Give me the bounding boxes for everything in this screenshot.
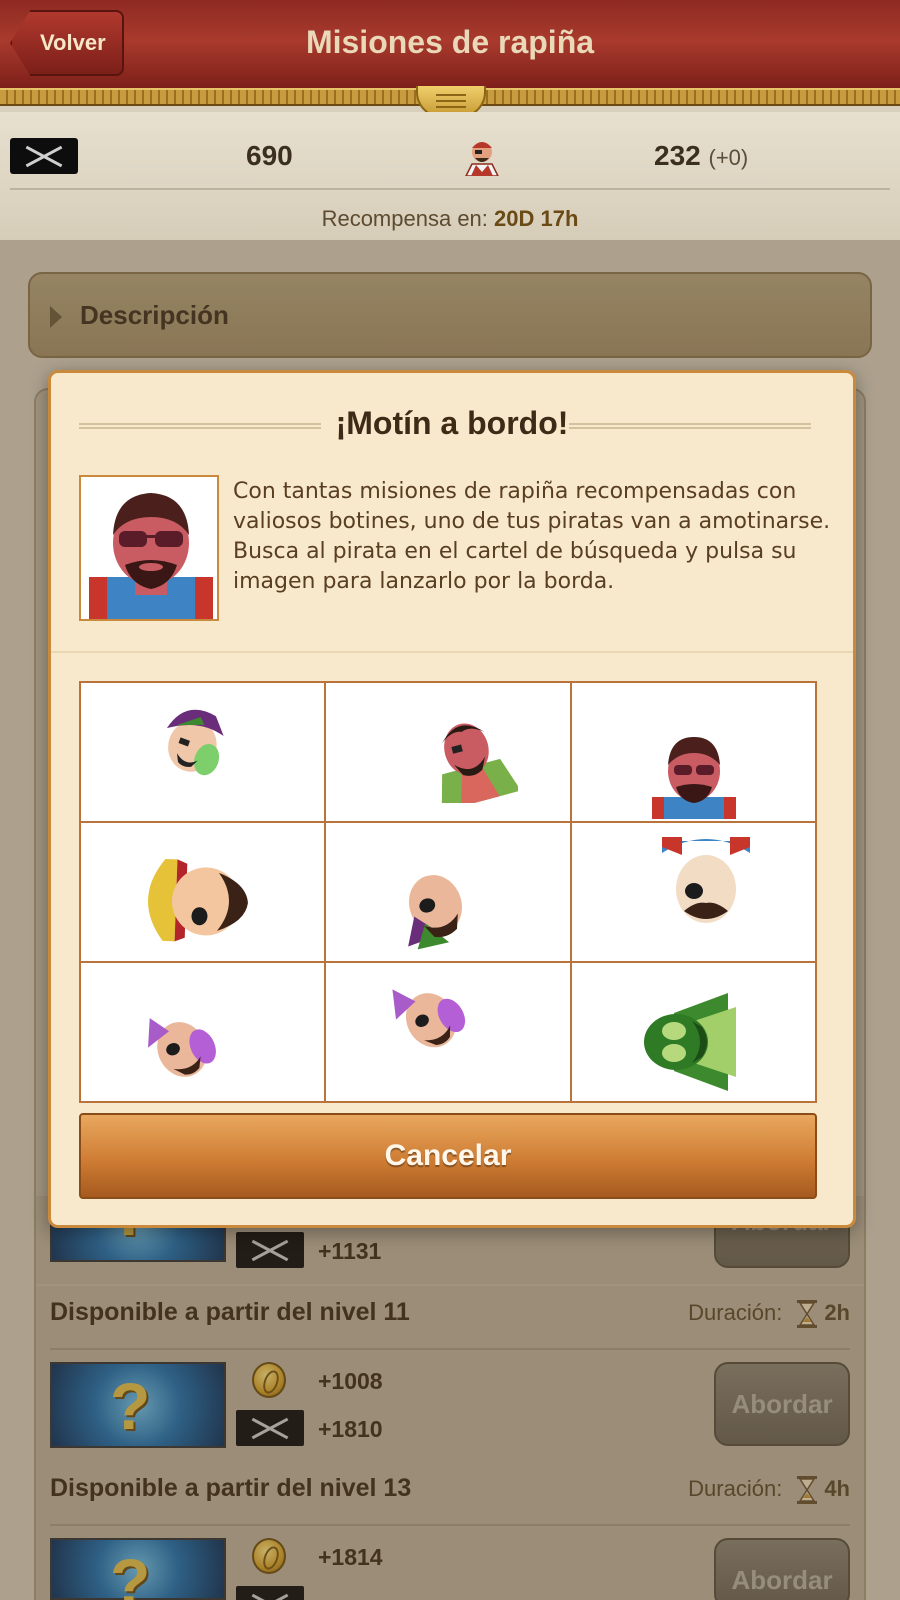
dialog-message: Con tantas misiones de rapiña recompensa… (233, 479, 831, 594)
cancel-button[interactable]: Cancelar (79, 1113, 817, 1199)
pirate-tile[interactable] (571, 823, 815, 961)
pirate-tile[interactable] (571, 683, 815, 821)
mutiny-dialog: ¡Motín a bordo! Con tantas misiones de r… (48, 370, 856, 1228)
pirate-tile[interactable] (571, 963, 815, 1101)
pirate-tile[interactable] (81, 963, 325, 1101)
top-bar: Volver Misiones de rapiña (0, 0, 900, 90)
pirate-face-icon (408, 875, 463, 950)
stats-divider (10, 188, 890, 190)
pirate-face-icon (643, 993, 736, 1091)
pirate-face-icon (661, 837, 750, 923)
pirate-face-icon (148, 1018, 216, 1077)
pirate-tile[interactable] (81, 683, 325, 821)
pirate-tile[interactable] (326, 823, 570, 961)
reward-countdown: Recompensa en: 20D 17h (321, 206, 579, 231)
crossed-swords-icon (10, 138, 78, 174)
pirates-delta: (+0) (708, 145, 749, 170)
pirate-face-icon (166, 709, 224, 776)
pirate-tile[interactable] (81, 823, 325, 961)
target-pirate-portrait (79, 475, 219, 621)
pirate-head-icon (465, 142, 499, 176)
pirate-tile[interactable] (326, 683, 570, 821)
pirate-face-icon (392, 989, 466, 1048)
swords-count: 690 (246, 140, 293, 171)
pirate-face-icon (442, 723, 519, 803)
dialog-title: ¡Motín a bordo! (335, 405, 569, 441)
pirate-tile[interactable] (326, 963, 570, 1101)
pirates-count: 232 (+0) (654, 140, 749, 171)
dialog-separator (51, 651, 853, 653)
pirate-face-icon (148, 858, 248, 942)
stats-panel: 690 232 (+0) Recompensa en: 20D 17h (0, 112, 900, 240)
wanted-poster-grid (79, 681, 817, 1103)
page-title: Misiones de rapiña (305, 24, 595, 60)
reward-time: 20D 17h (494, 206, 579, 231)
pirate-face-icon (651, 737, 736, 819)
